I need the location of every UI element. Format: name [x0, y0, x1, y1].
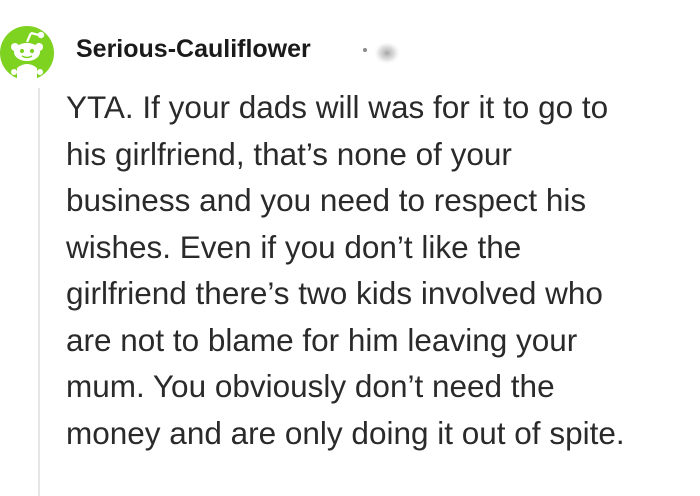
separator-dot [363, 48, 367, 52]
comment-line: money and are only doing it out of spite… [66, 414, 625, 451]
comment-line: mum. You obviously don’t need the [66, 368, 555, 404]
comment-line: YTA. If your dads will was for it to go … [66, 89, 609, 125]
thread-line [38, 88, 40, 496]
comment-line: are not to blame for him leaving your [66, 321, 578, 358]
comment-line: business and you need to respect his [66, 182, 587, 218]
flair-icon [372, 40, 402, 66]
comment-line: girlfriend there’s two kids involved who [66, 275, 603, 311]
comment-body: YTA. If your dads will was for it to go … [66, 84, 696, 456]
comment-author-link[interactable]: Serious-Cauliflower [76, 35, 311, 64]
comment-line: his girlfriend, that’s none of your [66, 135, 512, 172]
user-avatar-icon[interactable] [0, 20, 54, 82]
comment-line: wishes. Even if you don’t like the [66, 228, 522, 265]
